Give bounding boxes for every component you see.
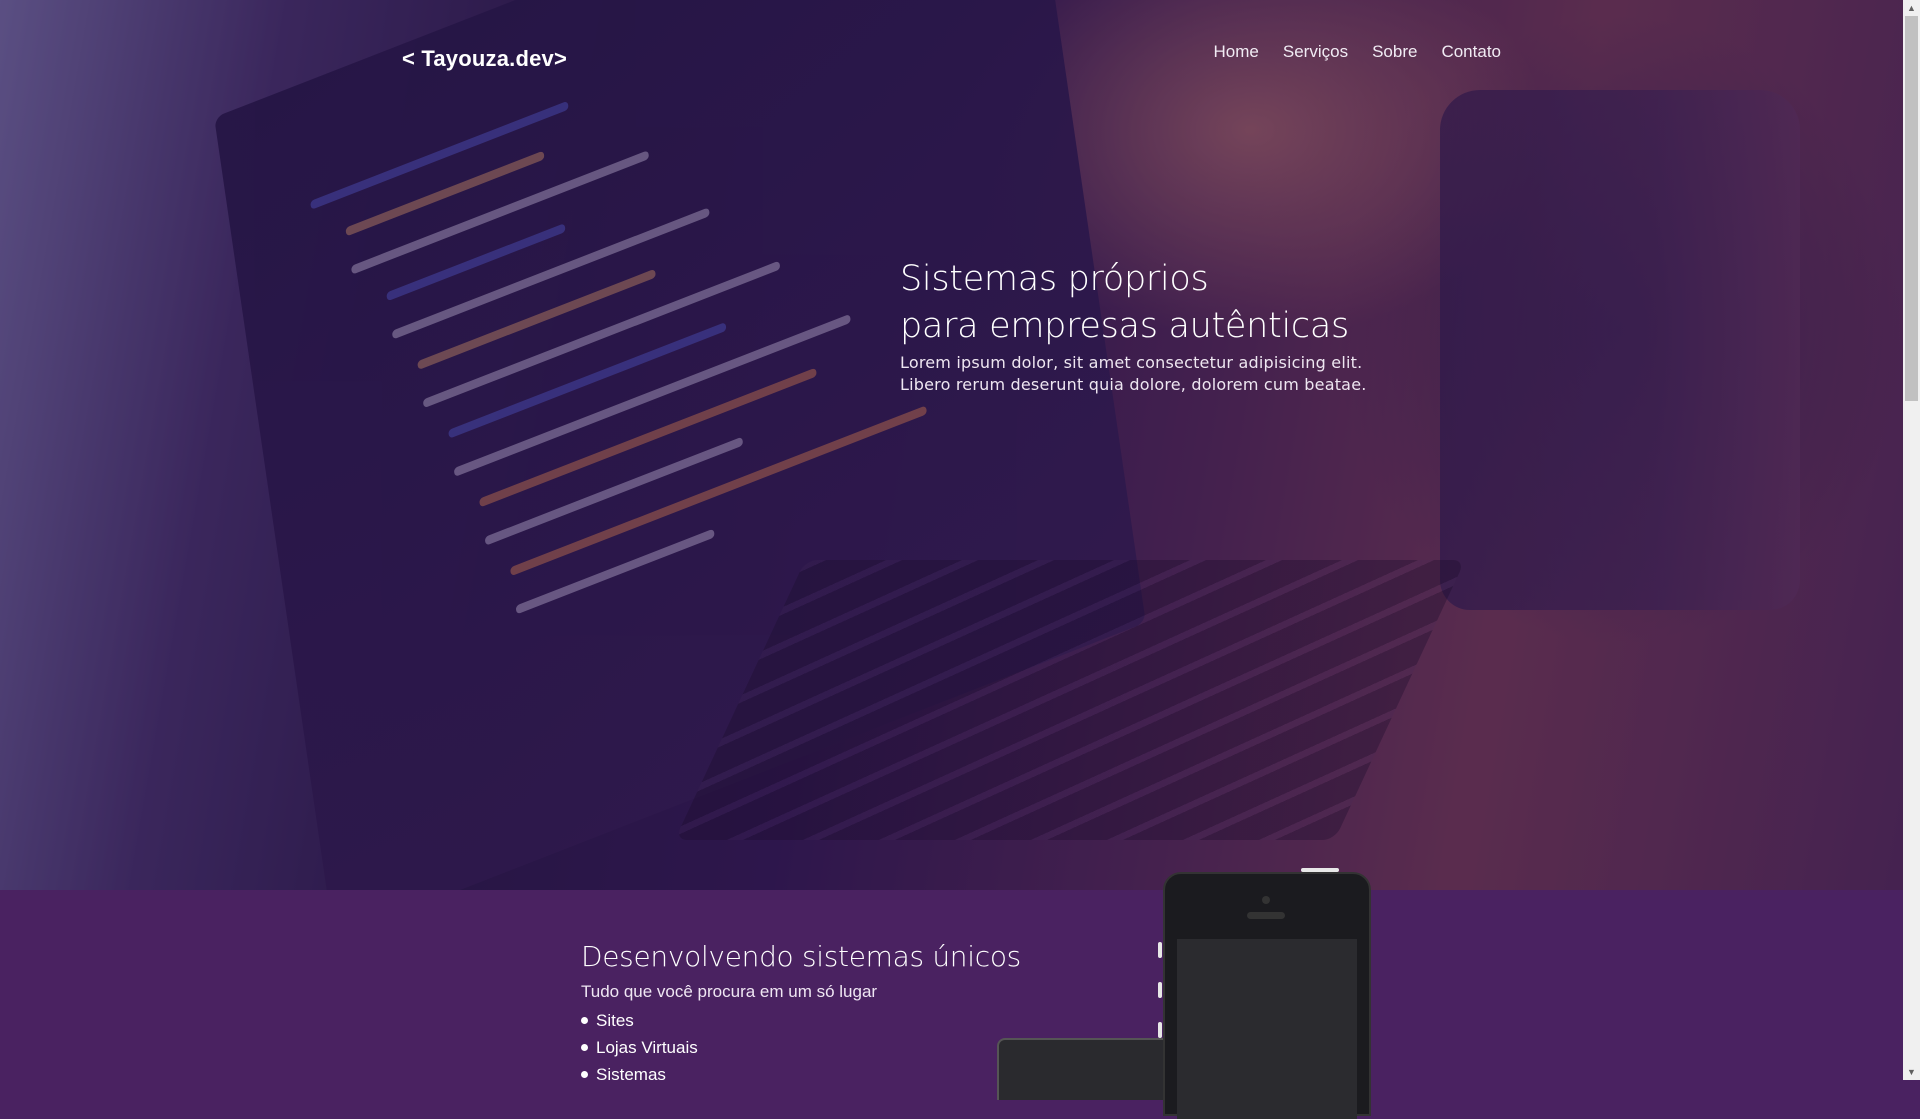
arrow-up-icon[interactable]: ▲ — [1903, 0, 1920, 16]
bullet-icon — [581, 1044, 588, 1051]
nav-link-contato[interactable]: Contato — [1441, 42, 1501, 62]
services-title: Desenvolvendo sistemas únicos — [581, 940, 1021, 973]
arrow-down-icon[interactable]: ▼ — [1903, 1064, 1920, 1080]
scrollbar-thumb[interactable] — [1905, 16, 1918, 401]
nav-link-sobre[interactable]: Sobre — [1372, 42, 1417, 62]
bullet-icon — [581, 1017, 588, 1024]
phone-speaker — [1247, 912, 1285, 919]
hero-subtitle-line1: Lorem ipsum dolor, sit amet consectetur … — [900, 353, 1363, 372]
phone-side-button — [1158, 942, 1162, 958]
tablet-device-illustration — [997, 1038, 1176, 1100]
phone-side-button — [1158, 982, 1162, 998]
services-item-label: Sites — [596, 1011, 634, 1030]
phone-power-button — [1301, 868, 1339, 872]
hero-title-line1: Sistemas próprios — [900, 259, 1209, 299]
hero-overlay — [0, 0, 1903, 890]
site-logo[interactable]: < Tayouza.dev> — [402, 46, 567, 72]
services-item-label: Sistemas — [596, 1065, 666, 1084]
phone-camera — [1262, 896, 1270, 904]
nav-link-home[interactable]: Home — [1214, 42, 1259, 62]
hero-title-line2: para empresas autênticas — [900, 306, 1349, 346]
nav-menu: Home Serviços Sobre Contato — [1214, 42, 1501, 62]
hero-text-block: Sistemas próprios para empresas autêntic… — [900, 256, 1367, 396]
list-item: Lojas Virtuais — [581, 1034, 698, 1061]
bullet-icon — [581, 1071, 588, 1078]
phone-screen — [1177, 939, 1357, 1119]
services-item-label: Lojas Virtuais — [596, 1038, 698, 1057]
services-list: Sites Lojas Virtuais Sistemas — [581, 1007, 698, 1088]
nav-link-servicos[interactable]: Serviços — [1283, 42, 1348, 62]
list-item: Sistemas — [581, 1061, 698, 1088]
services-section: Desenvolvendo sistemas únicos Tudo que v… — [0, 890, 1903, 1084]
page-scrollbar[interactable]: ▲ ▼ — [1903, 0, 1920, 1080]
list-item: Sites — [581, 1007, 698, 1034]
services-subtitle: Tudo que você procura em um só lugar — [581, 982, 878, 1001]
phone-side-button — [1158, 1022, 1162, 1038]
top-navbar: < Tayouza.dev> Home Serviços Sobre Conta… — [0, 38, 1903, 78]
hero-section: < Tayouza.dev> Home Serviços Sobre Conta… — [0, 0, 1903, 890]
hero-subtitle-line2: Libero rerum deserunt quia dolore, dolor… — [900, 375, 1367, 394]
phone-device-illustration — [1158, 868, 1371, 1119]
